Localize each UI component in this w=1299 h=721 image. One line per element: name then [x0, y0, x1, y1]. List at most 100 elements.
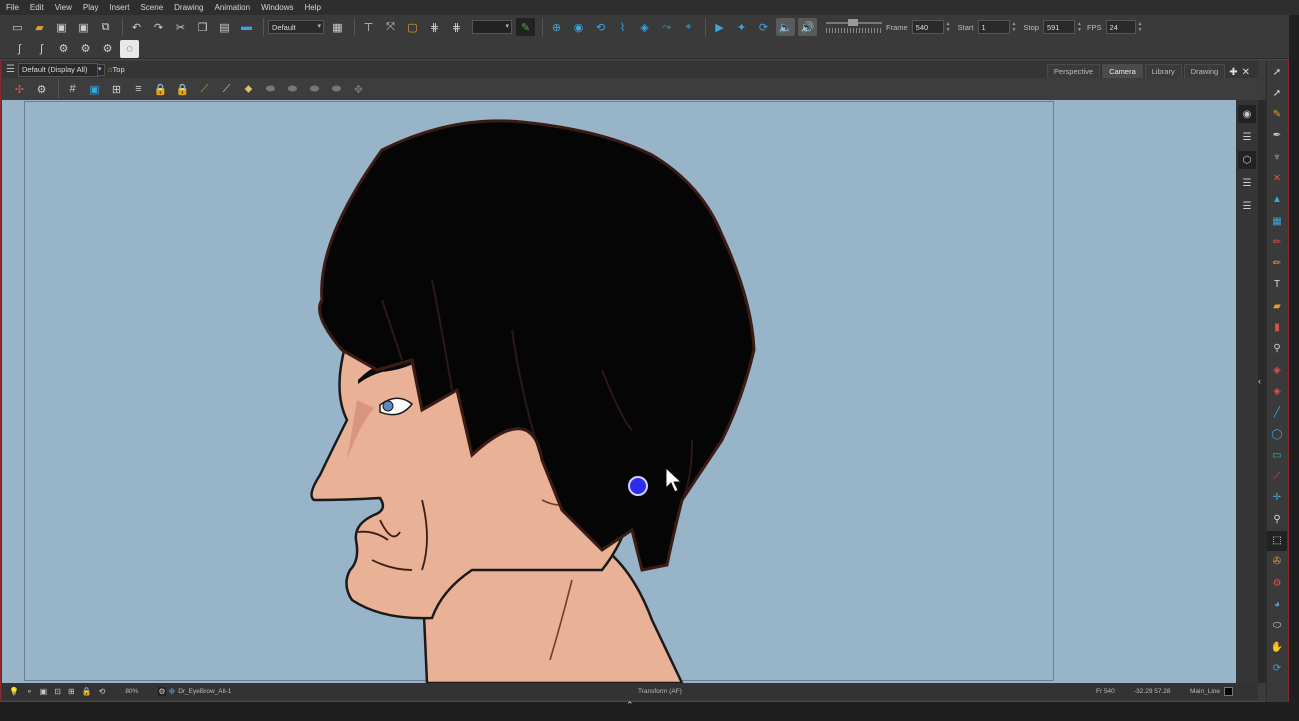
zoom-level[interactable]: 80%	[125, 688, 138, 695]
measure-icon[interactable]: ⟋	[217, 80, 236, 98]
menu-help[interactable]: Help	[305, 3, 321, 12]
cutter-icon[interactable]: ✎	[1267, 105, 1287, 125]
layer-bottom-icon[interactable]: ⬬	[327, 80, 346, 98]
dropper-icon[interactable]: ⚲	[1267, 339, 1287, 359]
hand-icon[interactable]: ✋	[1267, 637, 1287, 657]
play-icon[interactable]: ▶	[710, 18, 729, 36]
paint-icon[interactable]: ▮	[1267, 318, 1287, 338]
loop-icon[interactable]: ⟳	[754, 18, 773, 36]
align-icon[interactable]: ⋕	[425, 18, 444, 36]
menu-view[interactable]: View	[55, 3, 72, 12]
function-edit-icon[interactable]: ʃ	[32, 40, 51, 58]
bone-icon[interactable]: ⚙	[1267, 573, 1287, 593]
lightbulb-icon[interactable]: 💡	[9, 687, 19, 696]
workspace-select[interactable]: Default ▾	[268, 20, 324, 34]
animate-mode-icon[interactable]: ✢	[10, 80, 29, 98]
camera-viewport[interactable]	[2, 100, 1236, 683]
stop-field[interactable]: 591	[1042, 20, 1083, 34]
export-icon[interactable]: ⧉	[96, 18, 115, 36]
slider-knob[interactable]	[848, 19, 858, 26]
onion-skin-icon[interactable]: ⊕	[547, 18, 566, 36]
pen-style-icon[interactable]: ✎	[516, 18, 535, 36]
zoom-icon[interactable]: ⚲	[1267, 509, 1287, 529]
save-icon[interactable]: ▣	[52, 18, 71, 36]
deform-icon[interactable]: ⤳	[657, 18, 676, 36]
deform-grid-icon[interactable]: ▦	[1267, 211, 1287, 231]
pin-icon[interactable]: ⬥	[239, 80, 258, 98]
gear-icon[interactable]: ⚙	[76, 40, 95, 58]
menu-icon[interactable]: ☰	[6, 64, 15, 75]
perspective-icon[interactable]: ✕	[1267, 168, 1287, 188]
eraser-icon[interactable]: ▰	[1267, 296, 1287, 316]
select-icon[interactable]: ➚	[1267, 62, 1287, 82]
menu-windows[interactable]: Windows	[261, 3, 293, 12]
menu-insert[interactable]: Insert	[109, 3, 129, 12]
grid-small-icon[interactable]: ⊞	[68, 687, 75, 696]
workspace-manager-icon[interactable]: ▦	[328, 18, 347, 36]
cube-icon[interactable]: ⬡	[1238, 151, 1256, 169]
color-chip[interactable]	[1224, 687, 1233, 696]
pivot-point-icon[interactable]: ✛	[1267, 488, 1287, 508]
tab-drawing[interactable]: Drawing	[1183, 64, 1226, 78]
safe-frame-icon[interactable]: ⊡	[54, 687, 61, 696]
cut-icon[interactable]: ✂	[171, 18, 190, 36]
function-icon[interactable]: ʃ	[10, 40, 29, 58]
pencil-icon[interactable]: ✏	[1267, 254, 1287, 274]
layer-stack-icon[interactable]: ☰	[1238, 197, 1256, 215]
rotate-view-icon[interactable]: ⟳	[1267, 658, 1287, 678]
contour-editor-icon[interactable]: ➚	[1267, 83, 1287, 103]
collapse-left-icon[interactable]: ‹	[1258, 376, 1266, 386]
grid-icon[interactable]: #	[63, 80, 82, 98]
morph-icon[interactable]: ◕	[1267, 594, 1287, 614]
smooth-icon[interactable]: ⬭	[1267, 616, 1287, 636]
gear-icon[interactable]: ⚙	[158, 687, 166, 696]
save-as-icon[interactable]: ▣	[74, 18, 93, 36]
paste-icon[interactable]: ▤	[215, 18, 234, 36]
onion-icon[interactable]: ⚬	[26, 687, 33, 696]
envelope-icon[interactable]: ▲	[1267, 190, 1287, 210]
brush-icon[interactable]: ✏	[1267, 232, 1287, 252]
tab-camera[interactable]: Camera	[1102, 64, 1143, 78]
lasso-icon[interactable]: ◌	[120, 39, 139, 58]
menu-play[interactable]: Play	[83, 3, 99, 12]
display-select[interactable]: Default (Display All) ▾	[18, 62, 105, 77]
side-panel-scroll[interactable]	[1258, 100, 1266, 683]
text-icon[interactable]: T	[1267, 275, 1287, 295]
light-table-icon[interactable]: ◉	[569, 18, 588, 36]
layer-stack-icon[interactable]: ☰	[1238, 128, 1256, 146]
menu-scene[interactable]: Scene	[140, 3, 163, 12]
shapes-icon[interactable]: ◈	[635, 18, 654, 36]
outline-icon[interactable]: ≡	[129, 80, 148, 98]
gear-icon[interactable]: ⚙	[98, 40, 117, 58]
gear-icon[interactable]: ⚙	[54, 40, 73, 58]
ink-icon[interactable]: ◈	[1267, 360, 1287, 380]
undo-icon[interactable]: ↶	[127, 18, 146, 36]
color-wheel-icon[interactable]: ❉	[169, 687, 176, 696]
frame-icon[interactable]: ▣	[40, 687, 48, 696]
ruler-icon[interactable]: ⟋	[195, 80, 214, 98]
expand-up-icon[interactable]: ⌃	[626, 700, 634, 711]
menu-drawing[interactable]: Drawing	[174, 3, 203, 12]
close-icon[interactable]: ✕	[1242, 67, 1250, 78]
layers-icon[interactable]: ▬	[237, 18, 256, 36]
eye-icon[interactable]: ◉	[1238, 105, 1256, 123]
copy-icon[interactable]: ❐	[193, 18, 212, 36]
tab-perspective[interactable]: Perspective	[1046, 64, 1101, 78]
lock-icon[interactable]: 🔒	[82, 687, 92, 696]
sound-scrub-icon[interactable]: 🔊	[798, 18, 817, 36]
pencil-editor-icon[interactable]: ✒	[1267, 126, 1287, 146]
sound-icon[interactable]: 🔈	[776, 18, 795, 36]
menu-file[interactable]: File	[6, 3, 19, 12]
rotate-icon[interactable]: ⟲	[591, 18, 610, 36]
breadcrumb[interactable]: ⌂Top	[108, 65, 125, 74]
transform-tool-icon[interactable]: ⬚	[1267, 530, 1287, 551]
start-field[interactable]: 1	[977, 20, 1018, 34]
frame-field[interactable]: 540	[911, 20, 952, 34]
add-tab-icon[interactable]: ✚	[1229, 67, 1237, 78]
open-folder-icon[interactable]: ▰	[30, 18, 49, 36]
gear-icon[interactable]: ⚙	[32, 80, 51, 98]
distribute-icon[interactable]: ⋕	[447, 18, 466, 36]
polyline-icon[interactable]: ⟋	[1267, 467, 1287, 487]
play-selection-icon[interactable]: ✦	[732, 18, 751, 36]
camera-icon[interactable]: ⌖	[679, 18, 698, 36]
